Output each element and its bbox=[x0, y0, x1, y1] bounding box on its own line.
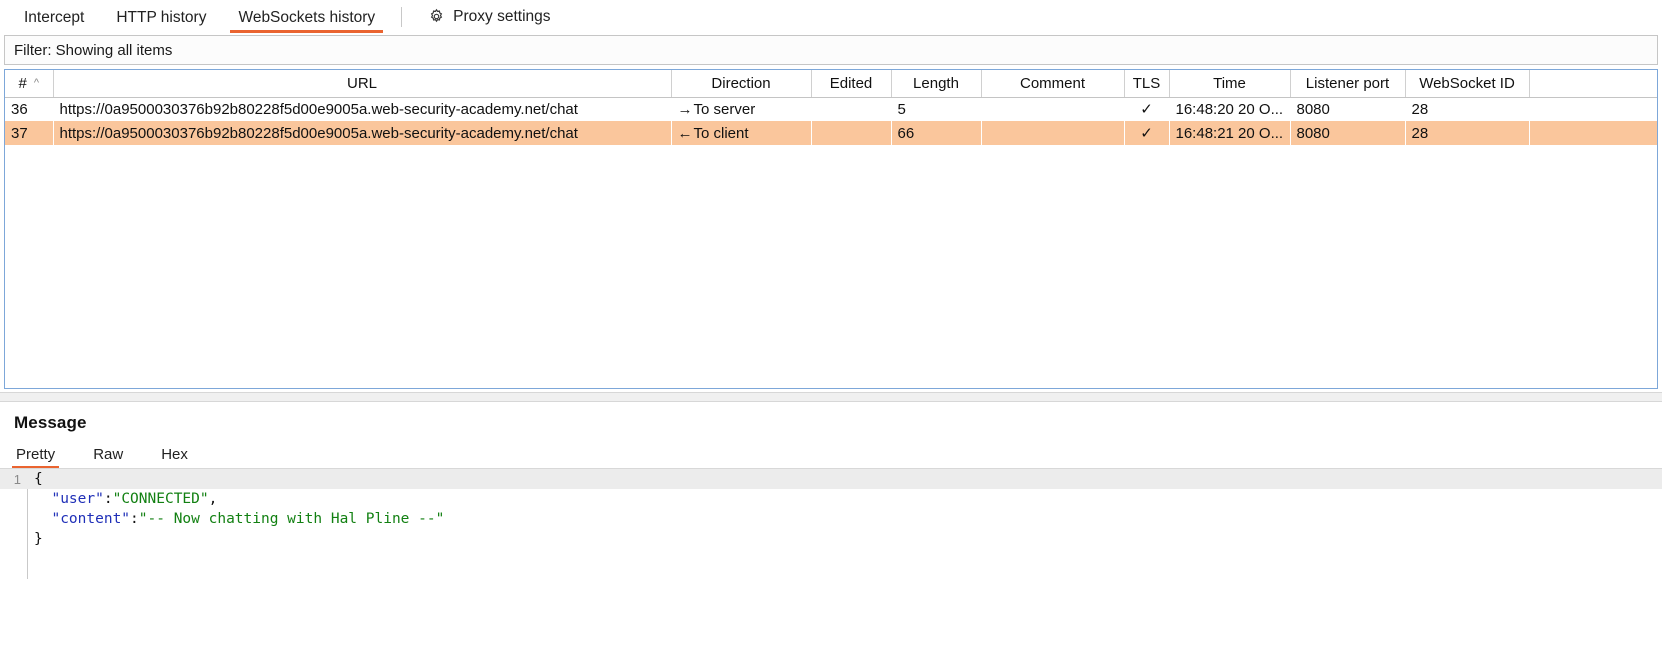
column-header-num[interactable]: #^ bbox=[5, 70, 53, 97]
tab-proxy-settings[interactable]: Proxy settings bbox=[412, 8, 566, 33]
json-token: "-- Now chatting with Hal Pline --" bbox=[139, 511, 445, 527]
editor-line-content: { bbox=[27, 471, 43, 487]
horizontal-splitter[interactable] bbox=[0, 392, 1662, 402]
tab-raw[interactable]: Raw bbox=[91, 446, 137, 469]
cell-websocket-id: 28 bbox=[1405, 121, 1529, 145]
json-token bbox=[34, 491, 51, 507]
cell-length: 5 bbox=[891, 97, 981, 121]
cell-tls: ✓ bbox=[1124, 97, 1169, 121]
tab-hex-label: Hex bbox=[161, 446, 188, 463]
tab-websockets-history[interactable]: WebSockets history bbox=[222, 10, 391, 34]
tab-http-history-label: HTTP history bbox=[116, 9, 206, 26]
tab-http-history[interactable]: HTTP history bbox=[100, 10, 222, 34]
check-icon: ✓ bbox=[1140, 101, 1153, 118]
cell-url: https://0a9500030376b92b80228f5d00e9005a… bbox=[53, 97, 671, 121]
editor-line: } bbox=[0, 529, 1662, 549]
tab-pretty-label: Pretty bbox=[16, 446, 55, 463]
column-header-length[interactable]: Length bbox=[891, 70, 981, 97]
cell-direction: ←To client bbox=[671, 121, 811, 145]
cell-direction: →To server bbox=[671, 97, 811, 121]
proxy-tab-strip: Intercept HTTP history WebSockets histor… bbox=[0, 0, 1662, 33]
gear-icon bbox=[428, 8, 445, 25]
cell-time: 16:48:21 20 O... bbox=[1169, 121, 1290, 145]
message-editor[interactable]: 1{ "user":"CONNECTED", "content":"-- Now… bbox=[0, 469, 1662, 579]
cell-filler bbox=[1529, 121, 1657, 145]
message-view-tabs: Pretty Raw Hex bbox=[14, 443, 1662, 469]
editor-line-content: } bbox=[27, 531, 43, 547]
tab-pretty[interactable]: Pretty bbox=[14, 446, 69, 469]
editor-line-content: "user":"CONNECTED", bbox=[27, 491, 217, 507]
tab-hex[interactable]: Hex bbox=[159, 446, 202, 469]
column-header-comment[interactable]: Comment bbox=[981, 70, 1124, 97]
arrow-to-client-icon: ← bbox=[678, 125, 694, 142]
editor-line: "content":"-- Now chatting with Hal Plin… bbox=[0, 509, 1662, 529]
json-token: : bbox=[104, 491, 113, 507]
filter-bar[interactable]: Filter: Showing all items bbox=[4, 35, 1658, 65]
cell-time: 16:48:20 20 O... bbox=[1169, 97, 1290, 121]
tab-intercept-label: Intercept bbox=[24, 9, 84, 26]
cell-listener-port: 8080 bbox=[1290, 97, 1405, 121]
column-header-filler bbox=[1529, 70, 1657, 97]
websockets-history-table-panel: #^ URL Direction Edited Length Comment T… bbox=[4, 69, 1658, 389]
message-panel-title: Message bbox=[14, 413, 1662, 433]
table-row[interactable]: 36 https://0a9500030376b92b80228f5d00e90… bbox=[5, 97, 1657, 121]
editor-line-content: "content":"-- Now chatting with Hal Plin… bbox=[27, 511, 444, 527]
column-header-direction[interactable]: Direction bbox=[671, 70, 811, 97]
editor-line-number: 1 bbox=[0, 472, 27, 487]
tab-separator bbox=[401, 7, 402, 27]
cell-listener-port: 8080 bbox=[1290, 121, 1405, 145]
tab-websockets-history-label: WebSockets history bbox=[238, 9, 375, 26]
column-header-url[interactable]: URL bbox=[53, 70, 671, 97]
cell-comment bbox=[981, 121, 1124, 145]
json-token bbox=[34, 511, 51, 527]
filter-bar-text: Filter: Showing all items bbox=[14, 42, 172, 59]
cell-num: 37 bbox=[5, 121, 53, 145]
cell-edited bbox=[811, 121, 891, 145]
column-header-edited[interactable]: Edited bbox=[811, 70, 891, 97]
column-header-websocket-id[interactable]: WebSocket ID bbox=[1405, 70, 1529, 97]
websockets-history-table: #^ URL Direction Edited Length Comment T… bbox=[5, 70, 1657, 145]
json-token: { bbox=[34, 471, 43, 487]
editor-line: "user":"CONNECTED", bbox=[0, 489, 1662, 509]
json-token: } bbox=[34, 531, 43, 547]
tab-proxy-settings-label: Proxy settings bbox=[453, 9, 550, 25]
arrow-to-server-icon: → bbox=[678, 101, 694, 118]
column-header-time[interactable]: Time bbox=[1169, 70, 1290, 97]
editor-line: 1{ bbox=[0, 469, 1662, 489]
sort-ascending-icon: ^ bbox=[34, 77, 39, 89]
column-header-listener-port[interactable]: Listener port bbox=[1290, 70, 1405, 97]
cell-comment bbox=[981, 97, 1124, 121]
cell-url: https://0a9500030376b92b80228f5d00e9005a… bbox=[53, 121, 671, 145]
cell-filler bbox=[1529, 97, 1657, 121]
json-token: "user" bbox=[51, 491, 103, 507]
json-token: "content" bbox=[51, 511, 130, 527]
message-panel: Message Pretty Raw Hex 1{ "user":"CONNEC… bbox=[0, 413, 1662, 579]
cell-direction-label: To client bbox=[694, 125, 749, 142]
message-editor-body[interactable]: 1{ "user":"CONNECTED", "content":"-- Now… bbox=[0, 469, 1662, 579]
json-token: : bbox=[130, 511, 139, 527]
table-header-row: #^ URL Direction Edited Length Comment T… bbox=[5, 70, 1657, 97]
json-token: "CONNECTED" bbox=[113, 491, 209, 507]
cell-num: 36 bbox=[5, 97, 53, 121]
column-header-num-label: # bbox=[18, 75, 26, 92]
cell-direction-label: To server bbox=[694, 101, 756, 118]
cell-tls: ✓ bbox=[1124, 121, 1169, 145]
tab-underline bbox=[230, 30, 383, 33]
column-header-tls[interactable]: TLS bbox=[1124, 70, 1169, 97]
check-icon: ✓ bbox=[1140, 125, 1153, 142]
json-token: , bbox=[209, 491, 218, 507]
cell-length: 66 bbox=[891, 121, 981, 145]
cell-edited bbox=[811, 97, 891, 121]
tab-intercept[interactable]: Intercept bbox=[8, 10, 100, 34]
cell-websocket-id: 28 bbox=[1405, 97, 1529, 121]
tab-raw-label: Raw bbox=[93, 446, 123, 463]
table-row[interactable]: 37 https://0a9500030376b92b80228f5d00e90… bbox=[5, 121, 1657, 145]
